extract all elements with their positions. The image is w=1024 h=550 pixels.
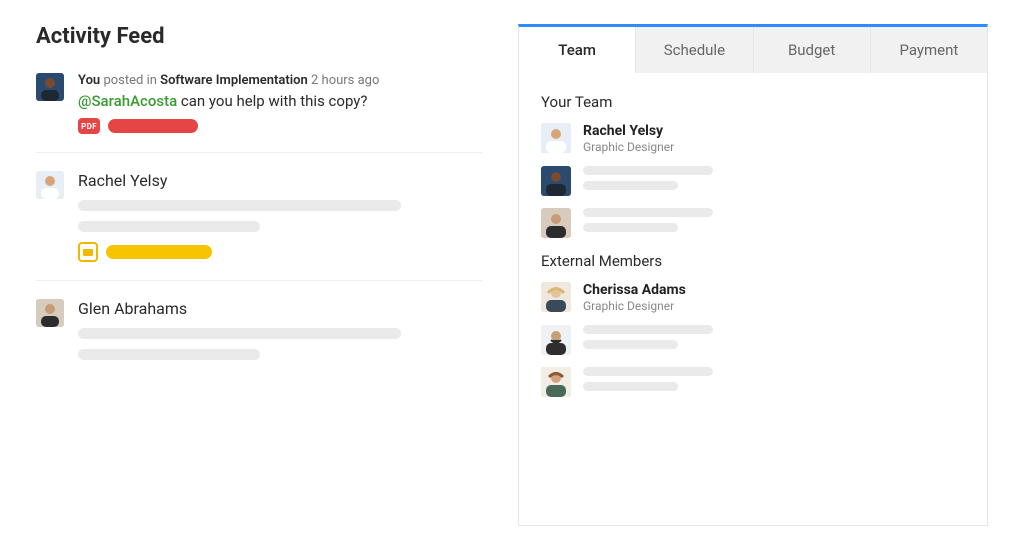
tab-schedule[interactable]: Schedule [636, 27, 753, 73]
activity-feed: Activity Feed You posted in Software Imp… [36, 24, 482, 526]
author-you: You [78, 73, 100, 88]
member-info [583, 208, 713, 238]
member-role: Graphic Designer [583, 140, 674, 154]
member-info [583, 166, 713, 196]
feed-author-name[interactable]: Glen Abrahams [78, 299, 482, 318]
member-info [583, 325, 713, 355]
feed-item[interactable]: Glen Abrahams [36, 299, 482, 388]
feed-message: @SarahAcosta can you help with this copy… [78, 92, 482, 110]
activity-feed-title: Activity Feed [36, 24, 482, 49]
feed-timestamp: 2 hours ago [311, 73, 379, 88]
placeholder-line [583, 181, 678, 190]
attachment-row[interactable]: PDF [78, 118, 482, 134]
feed-body: You posted in Software Implementation 2 … [78, 73, 482, 134]
placeholder-line [583, 223, 678, 232]
member-info: Rachel Yelsy Graphic Designer [583, 123, 674, 154]
avatar[interactable] [541, 367, 571, 397]
attachment-placeholder [108, 119, 198, 133]
avatar[interactable] [541, 325, 571, 355]
placeholder-line [583, 340, 678, 349]
avatar[interactable] [541, 208, 571, 238]
feed-project[interactable]: Software Implementation [160, 73, 308, 88]
placeholder-line [583, 367, 713, 376]
message-text: can you help with this copy? [177, 92, 367, 110]
placeholder-line [583, 325, 713, 334]
feed-action: posted in [103, 73, 156, 88]
team-member[interactable] [541, 208, 965, 238]
attachment-placeholder [106, 245, 212, 259]
placeholder-line [78, 328, 401, 339]
pdf-icon: PDF [78, 118, 100, 134]
team-member[interactable]: Rachel Yelsy Graphic Designer [541, 123, 965, 154]
placeholder-line [78, 349, 260, 360]
placeholder-line [583, 208, 713, 217]
team-member[interactable] [541, 166, 965, 196]
avatar[interactable] [541, 282, 571, 312]
attachment-row[interactable] [78, 242, 482, 262]
feed-item[interactable]: Rachel Yelsy [36, 171, 482, 281]
feed-body: Rachel Yelsy [78, 171, 482, 262]
feed-meta: You posted in Software Implementation 2 … [78, 73, 482, 88]
avatar[interactable] [36, 299, 64, 327]
tabs: Team Schedule Budget Payment [519, 27, 987, 73]
member-role: Graphic Designer [583, 299, 686, 313]
member-info: Cherissa Adams Graphic Designer [583, 282, 686, 313]
avatar[interactable] [36, 171, 64, 199]
feed-body: Glen Abrahams [78, 299, 482, 370]
external-member[interactable] [541, 367, 965, 397]
external-member[interactable]: Cherissa Adams Graphic Designer [541, 282, 965, 313]
side-panel: Team Schedule Budget Payment Your Team R… [518, 24, 988, 526]
panel-body: Your Team Rachel Yelsy Graphic Designer [519, 73, 987, 419]
mention[interactable]: @SarahAcosta [78, 92, 177, 110]
member-info [583, 367, 713, 397]
external-member[interactable] [541, 325, 965, 355]
avatar[interactable] [541, 123, 571, 153]
avatar[interactable] [541, 166, 571, 196]
avatar[interactable] [36, 73, 64, 101]
placeholder-line [583, 166, 713, 175]
file-icon [78, 242, 98, 262]
member-name: Rachel Yelsy [583, 123, 674, 139]
placeholder-line [78, 221, 260, 232]
member-name: Cherissa Adams [583, 282, 686, 298]
tab-team[interactable]: Team [519, 27, 636, 73]
feed-author-name[interactable]: Rachel Yelsy [78, 171, 482, 190]
your-team-heading: Your Team [541, 93, 965, 111]
external-members-heading: External Members [541, 252, 965, 270]
tab-budget[interactable]: Budget [754, 27, 871, 73]
feed-item[interactable]: You posted in Software Implementation 2 … [36, 73, 482, 153]
placeholder-line [78, 200, 401, 211]
placeholder-line [583, 382, 678, 391]
tab-payment[interactable]: Payment [871, 27, 987, 73]
